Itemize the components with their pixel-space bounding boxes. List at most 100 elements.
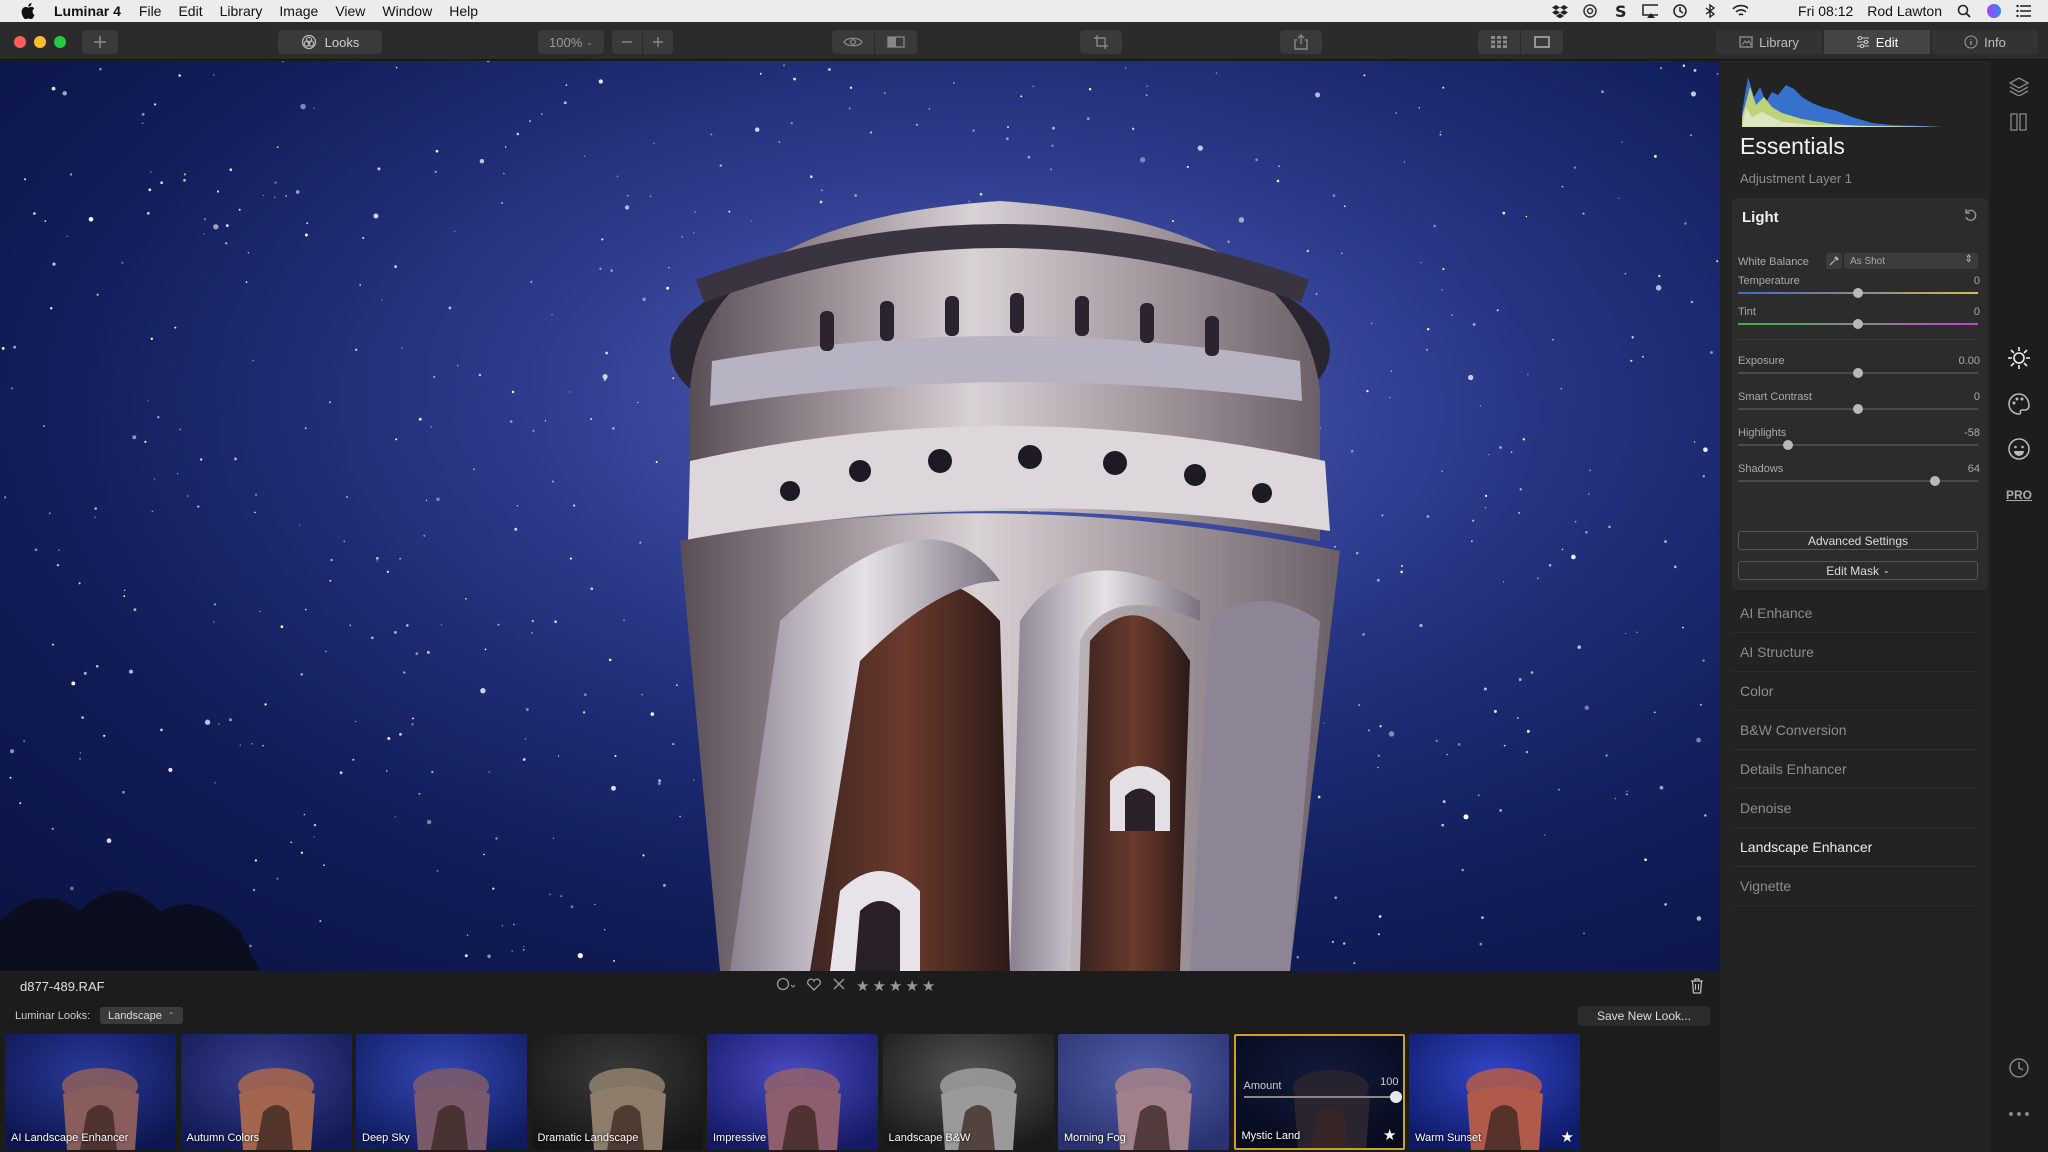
search-icon[interactable] xyxy=(1956,3,1972,19)
tool-item[interactable]: B&W Conversion xyxy=(1732,711,1976,750)
canvas-button[interactable] xyxy=(2006,109,2032,135)
reset-light-button[interactable] xyxy=(1964,208,1978,227)
look-amount-slider[interactable]: Amount 100 xyxy=(1243,1076,1402,1103)
layers-button[interactable] xyxy=(2006,73,2032,99)
slider-knob[interactable] xyxy=(1853,368,1863,378)
essentials-button[interactable] xyxy=(2006,345,2032,371)
airplay-icon[interactable] xyxy=(1642,3,1659,19)
apple-menu-icon[interactable] xyxy=(18,1,38,21)
looks-category-label: Luminar Looks: xyxy=(15,1010,91,1022)
menu-view[interactable]: View xyxy=(335,3,365,19)
slider-knob[interactable] xyxy=(1853,288,1863,298)
menu-file[interactable]: File xyxy=(139,3,162,19)
siri-icon[interactable] xyxy=(1986,3,2002,19)
edit-mask-button[interactable]: Edit Mask ⌄ xyxy=(1738,561,1978,580)
look-amount-track[interactable] xyxy=(1243,1096,1394,1098)
star-3-icon[interactable]: ★ xyxy=(889,977,902,995)
bluetooth-icon[interactable] xyxy=(1702,3,1718,19)
star-1-icon[interactable]: ★ xyxy=(856,977,869,995)
slider-knob[interactable] xyxy=(1929,476,1940,486)
looks-button[interactable]: Looks xyxy=(278,30,382,54)
look-thumbnail[interactable]: Morning Fog xyxy=(1058,1034,1229,1150)
look-thumbnail[interactable]: AI Landscape Enhancer xyxy=(5,1034,176,1150)
slider-track[interactable] xyxy=(1738,444,1978,446)
look-thumbnail[interactable]: Autumn Colors xyxy=(180,1034,352,1150)
look-amount-knob[interactable] xyxy=(1389,1091,1402,1103)
menu-image[interactable]: Image xyxy=(279,3,318,19)
menu-window[interactable]: Window xyxy=(382,3,432,19)
history-button[interactable] xyxy=(2006,1055,2032,1081)
tool-item[interactable]: Color xyxy=(1732,672,1976,711)
cc-icon[interactable] xyxy=(1582,3,1598,19)
grid-view-button[interactable] xyxy=(1478,30,1520,54)
tab-edit-label: Edit xyxy=(1875,34,1899,50)
look-thumbnail[interactable]: Mystic Land Amount 100 ★ xyxy=(1233,1034,1405,1150)
look-thumbnail[interactable]: Deep Sky xyxy=(356,1034,527,1150)
add-photos-button[interactable] xyxy=(82,30,118,54)
look-thumbnail[interactable]: Landscape B&W xyxy=(882,1034,1054,1150)
star-2-icon[interactable]: ★ xyxy=(872,977,885,995)
look-thumbnail[interactable]: Warm Sunset ★ xyxy=(1409,1034,1580,1150)
delete-button[interactable] xyxy=(1690,978,1704,999)
advanced-settings-button[interactable]: Advanced Settings xyxy=(1738,531,1978,550)
tab-edit[interactable]: Edit xyxy=(1824,30,1930,54)
looks-category-select[interactable]: Landscape ⌃ xyxy=(100,1007,183,1024)
compare-button[interactable] xyxy=(875,30,917,54)
wifi-icon[interactable] xyxy=(1732,3,1749,19)
favorite-button[interactable] xyxy=(806,977,822,995)
slider-knob[interactable] xyxy=(1853,404,1863,414)
s-icon[interactable]: S xyxy=(1612,3,1628,19)
crop-button[interactable] xyxy=(1080,30,1122,54)
preview-button[interactable] xyxy=(832,30,874,54)
window-close-button[interactable] xyxy=(14,36,26,48)
look-amount-label: Amount xyxy=(1243,1080,1282,1092)
menu-edit[interactable]: Edit xyxy=(178,3,202,19)
app-name-menu[interactable]: Luminar 4 xyxy=(54,3,121,19)
menu-library[interactable]: Library xyxy=(220,3,263,19)
favorite-star-icon[interactable]: ★ xyxy=(1383,1126,1396,1144)
tab-library[interactable]: Library xyxy=(1716,30,1822,54)
single-view-button[interactable] xyxy=(1521,30,1563,54)
favorite-star-icon[interactable]: ★ xyxy=(1561,1128,1574,1146)
color-label-button[interactable] xyxy=(776,977,796,995)
save-new-look-button[interactable]: Save New Look... xyxy=(1578,1006,1710,1026)
photo-canvas[interactable] xyxy=(0,61,1720,971)
slider-track[interactable] xyxy=(1738,480,1978,482)
light-section-title[interactable]: Light xyxy=(1742,209,1779,226)
star-5-icon[interactable]: ★ xyxy=(922,977,935,995)
zoom-out-button[interactable] xyxy=(612,30,642,54)
look-thumbnail[interactable]: Dramatic Landscape xyxy=(531,1034,703,1150)
menubar-user[interactable]: Rod Lawton xyxy=(1867,3,1942,19)
look-thumbnail[interactable]: Impressive xyxy=(707,1034,878,1150)
tool-item[interactable]: Vignette xyxy=(1732,867,1976,906)
menu-help[interactable]: Help xyxy=(449,3,478,19)
reject-button[interactable] xyxy=(832,977,846,995)
tool-item[interactable]: AI Enhance xyxy=(1732,594,1976,633)
menubar-clock[interactable]: Fri 08:12 xyxy=(1798,3,1853,19)
notification-list-icon[interactable] xyxy=(2016,3,2032,19)
tool-item[interactable]: Denoise xyxy=(1732,789,1976,828)
share-button[interactable] xyxy=(1280,30,1322,54)
dropbox-icon[interactable] xyxy=(1552,3,1569,19)
slider-knob[interactable] xyxy=(1853,319,1863,329)
zoom-select[interactable]: 100% ⌄ xyxy=(538,30,604,54)
window-minimize-button[interactable] xyxy=(34,36,46,48)
star-4-icon[interactable]: ★ xyxy=(905,977,918,995)
creative-button[interactable] xyxy=(2006,391,2032,417)
more-button[interactable] xyxy=(2006,1101,2032,1127)
minus-icon xyxy=(622,41,632,43)
mode-tabs: Library Edit Info xyxy=(1716,30,2038,54)
slider-knob[interactable] xyxy=(1783,440,1794,450)
tool-item[interactable]: AI Structure xyxy=(1732,633,1976,672)
white-balance-picker[interactable] xyxy=(1826,253,1842,269)
tool-item[interactable]: Details Enhancer xyxy=(1732,750,1976,789)
window-zoom-button[interactable] xyxy=(54,36,66,48)
time-machine-icon[interactable] xyxy=(1672,3,1688,19)
white-balance-select[interactable]: As Shot ⇕ xyxy=(1844,253,1978,269)
tool-item[interactable]: Landscape Enhancer xyxy=(1732,828,1976,867)
portrait-button[interactable] xyxy=(2006,436,2032,462)
tab-info[interactable]: Info xyxy=(1932,30,2038,54)
pro-tools-button[interactable]: PRO xyxy=(2006,482,2032,508)
plus-icon xyxy=(94,36,106,48)
zoom-in-button[interactable] xyxy=(643,30,673,54)
